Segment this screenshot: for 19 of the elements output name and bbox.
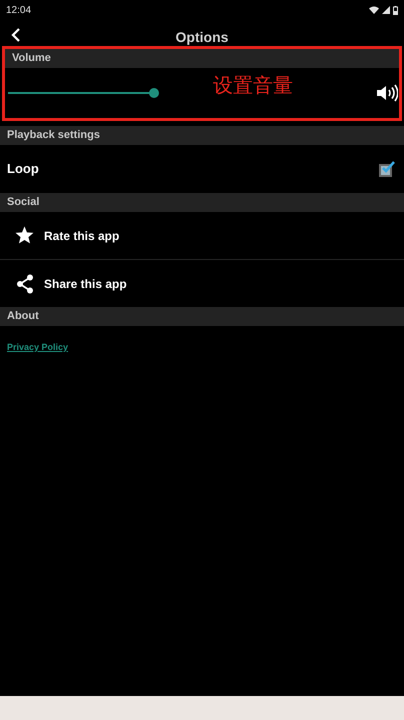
page-title: Options [176,28,228,47]
section-header: About [0,307,404,326]
status-time: 12:04 [6,4,32,18]
loop-checkbox[interactable] [379,161,395,177]
section-header: Social [0,193,404,212]
menu-item[interactable]: Share this app [0,260,404,307]
star-icon [15,226,34,245]
signal-icon [382,6,390,14]
privacy-policy-link[interactable]: Privacy Policy [7,342,68,352]
slider-thumb[interactable] [148,88,159,98]
share-icon [16,274,34,294]
speaker-icon [376,83,398,103]
section-header: Playback settings [0,126,404,145]
menu-item[interactable]: Rate this app [0,212,404,259]
section-header: Volume [5,49,399,68]
wifi-icon [369,6,379,14]
battery-icon [393,6,398,14]
loop-label: Loop [7,160,39,178]
annotation-text: 设置音量 [213,76,293,96]
